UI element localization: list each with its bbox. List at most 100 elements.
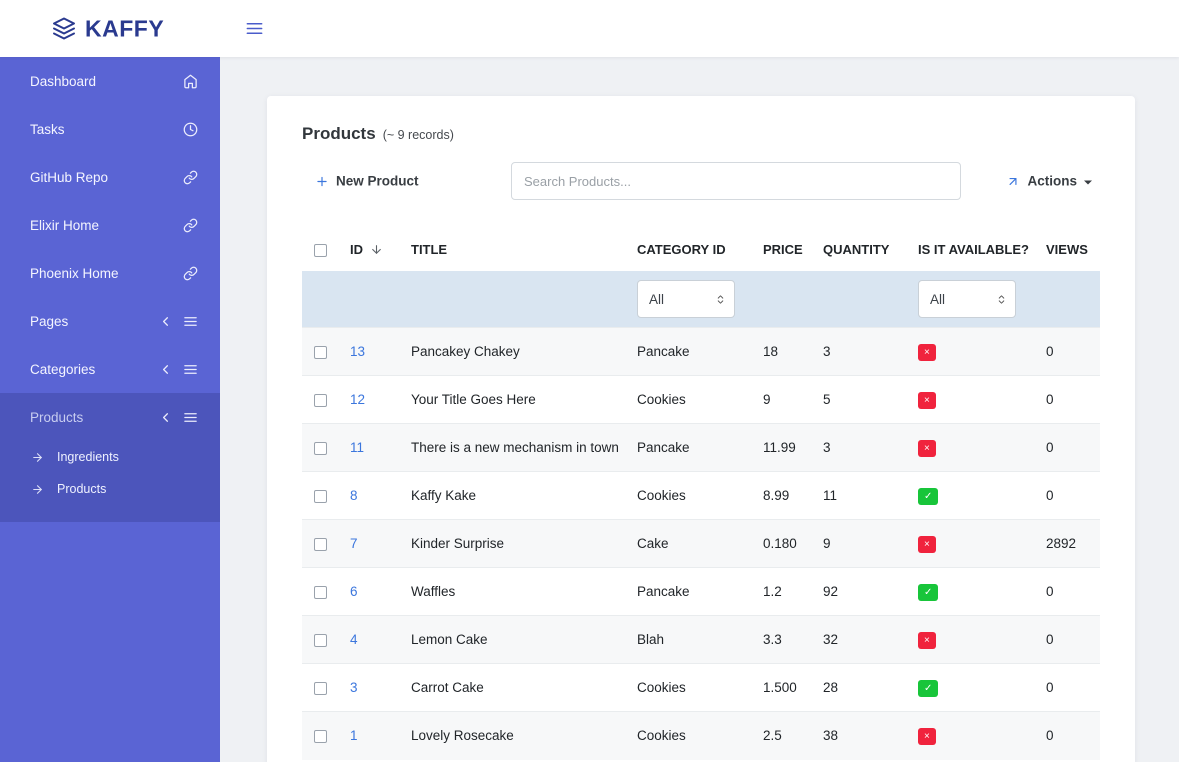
row-title: Pancakey Chakey xyxy=(403,328,629,376)
caret-down-icon xyxy=(1084,180,1092,184)
category-filter-select[interactable]: All xyxy=(637,280,735,318)
row-title: Your Title Goes Here xyxy=(403,376,629,424)
select-arrows-icon xyxy=(996,294,1007,305)
menu-icon xyxy=(183,410,198,425)
table-header-row: ID TITLE CATEGORY ID PRICE QUANTITY IS I… xyxy=(302,228,1100,271)
sidebar-subitem-ingredients[interactable]: Ingredients xyxy=(0,441,220,473)
row-category: Pancake xyxy=(629,568,755,616)
row-id-link[interactable]: 7 xyxy=(350,536,358,551)
new-product-button[interactable]: New Product xyxy=(315,174,419,189)
row-views: 0 xyxy=(1038,664,1100,712)
sidebar-nav: Dashboard Tasks GitHub RepoElixir Home Phoe… xyxy=(0,57,220,522)
row-category: Cookies xyxy=(629,712,755,760)
row-quantity: 5 xyxy=(815,376,910,424)
sidebar-subitem-label: Ingredients xyxy=(57,450,119,464)
availability-badge: ✓ xyxy=(918,584,938,601)
row-id-link[interactable]: 13 xyxy=(350,344,365,359)
row-checkbox[interactable] xyxy=(314,634,327,647)
availability-badge: × xyxy=(918,728,936,745)
row-title: Lovely Rosecake xyxy=(403,712,629,760)
main-content: Products (~ 9 records) New Product Actio… xyxy=(220,57,1179,762)
search-input[interactable] xyxy=(511,162,961,200)
top-header: KAFFY xyxy=(0,0,1179,57)
row-checkbox[interactable] xyxy=(314,586,327,599)
sidebar-item-label: Phoenix Home xyxy=(30,266,183,281)
row-checkbox[interactable] xyxy=(314,490,327,503)
row-checkbox[interactable] xyxy=(314,346,327,359)
availability-badge: ✓ xyxy=(918,488,938,505)
row-title: Lemon Cake xyxy=(403,616,629,664)
table-row: 11There is a new mechanism in townPancak… xyxy=(302,424,1100,472)
row-id-link[interactable]: 8 xyxy=(350,488,358,503)
sidebar-item-pages[interactable]: Pages xyxy=(0,297,220,345)
row-id-link[interactable]: 4 xyxy=(350,632,358,647)
row-checkbox[interactable] xyxy=(314,394,327,407)
column-header-price[interactable]: PRICE xyxy=(755,228,815,271)
sidebar-item-label: Dashboard xyxy=(30,74,183,89)
row-views: 0 xyxy=(1038,472,1100,520)
row-quantity: 3 xyxy=(815,328,910,376)
menu-icon xyxy=(183,314,198,329)
sidebar-subitem-products[interactable]: Products xyxy=(0,473,220,505)
row-checkbox[interactable] xyxy=(314,538,327,551)
sidebar-item-label: Pages xyxy=(30,314,158,329)
sidebar-item-products[interactable]: Products xyxy=(0,393,220,441)
row-category: Cookies xyxy=(629,472,755,520)
row-price: 3.3 xyxy=(755,616,815,664)
products-card: Products (~ 9 records) New Product Actio… xyxy=(267,96,1135,762)
row-quantity: 28 xyxy=(815,664,910,712)
column-label-id: ID xyxy=(350,242,363,257)
row-quantity: 11 xyxy=(815,472,910,520)
row-price: 8.99 xyxy=(755,472,815,520)
sidebar-item-elixir-home[interactable]: Elixir Home xyxy=(0,201,220,249)
table-row: 3Carrot CakeCookies1.50028✓0 xyxy=(302,664,1100,712)
row-id-link[interactable]: 1 xyxy=(350,728,358,743)
toolbar: New Product Actions xyxy=(302,161,1100,201)
table-row: 7Kinder SurpriseCake0.1809×2892 xyxy=(302,520,1100,568)
row-quantity: 92 xyxy=(815,568,910,616)
sort-desc-icon[interactable] xyxy=(370,243,383,256)
table-row: 4Lemon CakeBlah3.332×0 xyxy=(302,616,1100,664)
sidebar-toggle-hamburger-icon[interactable] xyxy=(245,19,264,38)
app-logo[interactable]: KAFFY xyxy=(52,15,164,42)
availability-badge: × xyxy=(918,536,936,553)
sidebar-item-tasks[interactable]: Tasks xyxy=(0,105,220,153)
row-id-link[interactable]: 6 xyxy=(350,584,358,599)
actions-label: Actions xyxy=(1027,174,1077,189)
sidebar-item-github-repo[interactable]: GitHub Repo xyxy=(0,153,220,201)
row-id-link[interactable]: 11 xyxy=(350,440,364,455)
row-quantity: 3 xyxy=(815,424,910,472)
row-category: Blah xyxy=(629,616,755,664)
row-category: Pancake xyxy=(629,328,755,376)
row-checkbox[interactable] xyxy=(314,442,327,455)
sidebar-item-phoenix-home[interactable]: Phoenix Home xyxy=(0,249,220,297)
new-product-label: New Product xyxy=(336,174,419,189)
table-row: 1Lovely RosecakeCookies2.538×0 xyxy=(302,712,1100,760)
sidebar-item-dashboard[interactable]: Dashboard xyxy=(0,57,220,105)
select-all-checkbox[interactable] xyxy=(314,244,327,257)
column-header-category-id[interactable]: CATEGORY ID xyxy=(629,228,755,271)
availability-filter-select[interactable]: All xyxy=(918,280,1016,318)
row-checkbox[interactable] xyxy=(314,682,327,695)
actions-dropdown[interactable]: Actions xyxy=(1006,174,1092,189)
actions-arrow-icon xyxy=(1006,174,1020,188)
sidebar-item-categories[interactable]: Categories xyxy=(0,345,220,393)
row-views: 0 xyxy=(1038,712,1100,760)
link-icon xyxy=(183,170,198,185)
table-row: 12Your Title Goes HereCookies95×0 xyxy=(302,376,1100,424)
app-logo-text: KAFFY xyxy=(85,15,164,42)
row-id-link[interactable]: 12 xyxy=(350,392,365,407)
column-header-id[interactable]: ID xyxy=(342,228,403,271)
row-id-link[interactable]: 3 xyxy=(350,680,358,695)
column-header-views[interactable]: VIEWS xyxy=(1038,228,1100,271)
column-header-available[interactable]: IS IT AVAILABLE? xyxy=(910,228,1038,271)
row-title: Waffles xyxy=(403,568,629,616)
column-header-title[interactable]: TITLE xyxy=(403,228,629,271)
row-views: 0 xyxy=(1038,376,1100,424)
row-checkbox[interactable] xyxy=(314,730,327,743)
table-row: 8Kaffy KakeCookies8.9911✓0 xyxy=(302,472,1100,520)
sidebar-item-label: Tasks xyxy=(30,122,183,137)
column-header-quantity[interactable]: QUANTITY xyxy=(815,228,910,271)
row-category: Pancake xyxy=(629,424,755,472)
category-filter-value: All xyxy=(649,292,664,307)
